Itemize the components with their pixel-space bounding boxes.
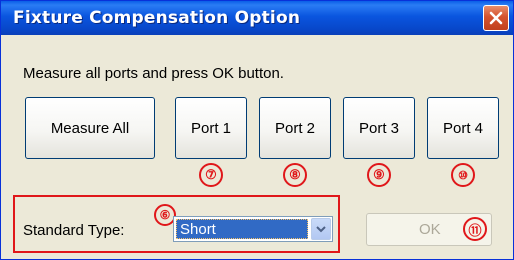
callout-10: ⑩: [451, 163, 475, 187]
standard-type-label: Standard Type:: [23, 222, 125, 239]
measure-all-button[interactable]: Measure All: [25, 97, 155, 159]
close-icon: [489, 11, 503, 25]
window-title: Fixture Compensation Option: [13, 8, 301, 28]
close-button[interactable]: [483, 5, 509, 31]
callout-11: ⑪: [463, 217, 487, 241]
port-4-button[interactable]: Port 4: [427, 97, 499, 159]
standard-type-select[interactable]: Short: [173, 216, 333, 242]
dialog-window: Fixture Compensation Option Measure all …: [0, 0, 514, 260]
port-1-button[interactable]: Port 1: [175, 97, 247, 159]
title-bar[interactable]: Fixture Compensation Option: [1, 1, 513, 35]
port-3-button[interactable]: Port 3: [343, 97, 415, 159]
port-2-button[interactable]: Port 2: [259, 97, 331, 159]
standard-type-value[interactable]: Short: [176, 219, 308, 239]
chevron-down-icon: [316, 226, 326, 233]
callout-8: ⑧: [283, 163, 307, 187]
callout-7: ⑦: [199, 163, 223, 187]
callout-9: ⑨: [367, 163, 391, 187]
dropdown-button[interactable]: [311, 218, 331, 240]
instruction-text: Measure all ports and press OK button.: [23, 65, 284, 82]
